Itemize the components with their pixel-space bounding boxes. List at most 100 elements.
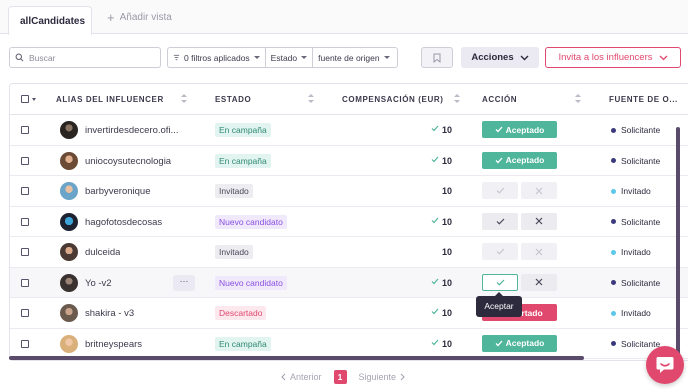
chevron-down-icon[interactable] (32, 98, 36, 101)
source-label: Invitado (621, 308, 651, 318)
status-badge: Invitado (215, 184, 253, 198)
reject-button[interactable] (521, 182, 557, 199)
influencer-alias[interactable]: britneyspears (85, 339, 142, 350)
accepted-button[interactable]: Aceptado (482, 334, 557, 352)
check-icon (496, 187, 504, 194)
source-cell: Invitado (611, 247, 651, 257)
vertical-scrollbar[interactable] (676, 127, 680, 357)
influencer-alias[interactable]: invertirdesdecero.ofi... (85, 125, 178, 136)
row-checkbox[interactable] (21, 248, 29, 256)
header-accion[interactable]: ACCIÓN (482, 95, 517, 104)
check-icon (431, 156, 439, 162)
header-estado[interactable]: ESTADO (215, 95, 251, 104)
header-compensacion[interactable]: COMPENSACIÓN (EUR) (342, 95, 443, 104)
table-row[interactable]: Yo -v2 ··· Nuevo candidato 10 Solicitant… (10, 267, 688, 298)
more-options-button[interactable]: ··· (173, 274, 195, 291)
help-chat-button[interactable] (646, 346, 684, 384)
influencer-alias[interactable]: hagofotosdecosas (85, 217, 162, 228)
invitado-dot-icon (611, 188, 616, 194)
influencer-alias[interactable]: barbyveronique (85, 186, 151, 197)
table-row[interactable]: hagofotosdecosas Nuevo candidato 10 Soli… (10, 207, 688, 237)
add-view-label: Añadir vista (119, 12, 172, 23)
influencer-alias[interactable]: uniocoysutecnologia (85, 156, 171, 167)
search-box[interactable] (9, 47, 161, 68)
accepted-button[interactable]: Aceptado (482, 121, 557, 138)
check-icon (431, 339, 439, 345)
filter-icon (173, 54, 180, 61)
solicitante-dot-icon (611, 280, 616, 285)
row-checkbox[interactable] (21, 278, 29, 287)
table-header: ALIAS DEL INFLUENCER ESTADO COMPENSACIÓN… (10, 84, 688, 115)
source-label: Solicitante (621, 338, 661, 349)
chevron-down-icon (383, 56, 390, 59)
bookmark-button[interactable] (421, 47, 453, 68)
sort-icon[interactable] (454, 93, 460, 105)
accepted-label: Aceptado (505, 155, 545, 165)
fuente-dropdown[interactable]: fuente de origen (313, 48, 394, 67)
select-all-checkbox[interactable] (21, 95, 29, 103)
check-icon (495, 126, 503, 133)
table-row[interactable]: invertirdesdecero.ofi... En campaña 10 A… (10, 115, 688, 146)
header-fuente[interactable]: FUENTE DE O... (609, 95, 678, 104)
compensation-value: 10 (420, 125, 452, 135)
previous-page-button[interactable]: Anterior (281, 372, 322, 382)
influencer-alias[interactable]: dulceida (85, 247, 120, 258)
table-row[interactable]: barbyveronique Invitado 10 Invitado (10, 176, 688, 207)
estado-dropdown[interactable]: Estado (266, 48, 314, 67)
table-row[interactable]: shakira - v3 Descartado 10 Descartado In… (10, 298, 688, 329)
avatar (60, 334, 78, 353)
status-badge: En campaña (215, 153, 271, 168)
reject-button[interactable] (521, 243, 557, 260)
add-view-tab[interactable]: + Añadir vista (107, 11, 172, 24)
sort-icon[interactable] (308, 93, 314, 105)
row-checkbox[interactable] (21, 156, 29, 165)
row-checkbox[interactable] (21, 217, 29, 226)
source-cell: Solicitante (611, 339, 660, 349)
reject-button[interactable] (521, 273, 557, 291)
horizontal-scrollbar[interactable] (9, 356, 584, 360)
row-checkbox[interactable] (21, 187, 29, 195)
close-icon (535, 187, 543, 194)
accept-button[interactable] (482, 212, 518, 230)
row-checkbox[interactable] (21, 339, 29, 348)
accepted-label: Aceptado (505, 124, 545, 135)
chevron-down-icon (520, 55, 529, 60)
reject-button[interactable] (521, 212, 557, 230)
row-checkbox[interactable] (21, 309, 29, 317)
compensation-amount: 10 (441, 186, 452, 196)
search-input[interactable] (29, 52, 149, 63)
status-badge: Invitado (215, 245, 253, 259)
accept-button[interactable] (482, 273, 518, 291)
compensation-amount: 10 (441, 308, 452, 318)
next-label: Siguiente (358, 372, 397, 382)
sort-icon[interactable] (575, 93, 581, 105)
sort-icon[interactable] (181, 93, 187, 105)
pagination: Anterior 1 Siguiente (281, 370, 405, 384)
table-row[interactable]: britneyspears En campaña 10 Aceptado Sol… (10, 329, 688, 359)
avatar (60, 243, 78, 261)
filters-dropdown[interactable]: 0 filtros aplicados (168, 48, 266, 67)
acciones-button[interactable]: Acciones (461, 47, 539, 68)
compensation-amount: 10 (441, 247, 452, 257)
avatar (60, 121, 78, 139)
next-page-button[interactable]: Siguiente (359, 372, 406, 382)
invite-influencers-button[interactable]: Invita a los influencers (545, 47, 681, 68)
accepted-label: Aceptado (505, 338, 545, 348)
table-row[interactable]: uniocoysutecnologia En campaña 10 Acepta… (10, 146, 688, 176)
fuente-label: fuente de origen (318, 52, 380, 63)
row-checkbox[interactable] (21, 126, 29, 134)
accept-button[interactable] (482, 182, 518, 199)
compensation-value: 10 (420, 339, 452, 349)
tab-allcandidates[interactable]: allCandidates (8, 6, 92, 35)
header-alias[interactable]: ALIAS DEL INFLUENCER (56, 95, 164, 104)
accept-button[interactable] (482, 243, 518, 260)
page-number-button[interactable]: 1 (333, 370, 347, 384)
influencer-alias[interactable]: shakira - v3 (85, 308, 134, 319)
influencer-alias[interactable]: Yo -v2 (85, 278, 112, 289)
source-label: Invitado (621, 186, 651, 196)
table-row[interactable]: dulceida Invitado 10 Invitado (10, 237, 688, 268)
check-icon (431, 308, 439, 315)
accepted-button[interactable]: Aceptado (482, 151, 557, 169)
check-icon (495, 340, 503, 346)
chevron-left-icon (281, 373, 286, 381)
